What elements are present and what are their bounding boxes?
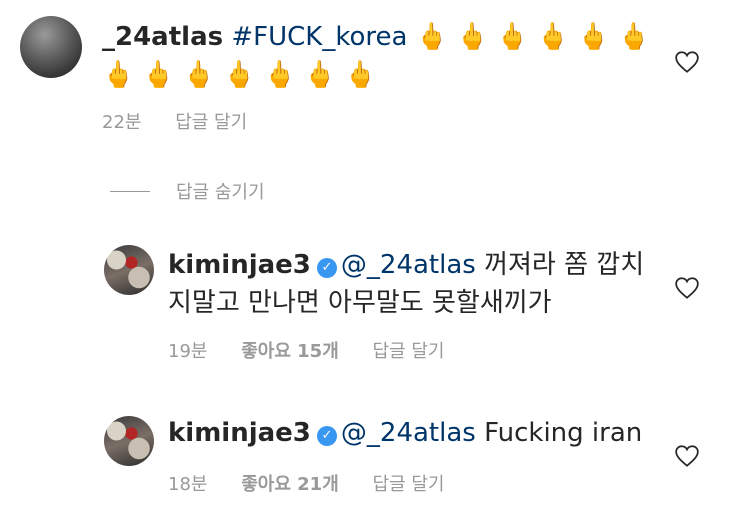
reply-mention[interactable]: @_24atlas [341, 250, 476, 280]
comment-time: 22분 [102, 112, 142, 133]
reply-username[interactable]: kiminjae3 [168, 418, 311, 448]
hide-replies-label[interactable]: 답글 숨기기 [176, 178, 265, 204]
reply-text: Fucking iran [484, 418, 643, 448]
reply-body: kiminjae3 ✓ @_24atlas 꺼져라 쫌 깝치 지말고 만나면 아무말… [168, 246, 644, 322]
reply-mention[interactable]: @_24atlas [341, 418, 476, 448]
reply-meta: 18분 좋아요 21개 답글 달기 [168, 470, 472, 496]
verified-badge-icon: ✓ [316, 258, 337, 278]
reply-time: 19분 [168, 341, 208, 362]
comment-meta: 22분 답글 달기 [102, 108, 275, 134]
divider [110, 190, 150, 192]
emoji-row: 🖕🖕🖕🖕🖕🖕🖕 [102, 60, 385, 90]
avatar-kiminjae3[interactable] [104, 245, 154, 295]
reply-text: 지말고 만나면 아무말도 못할새끼가 [168, 288, 552, 318]
comment-hashtag[interactable]: #FUCK_korea [231, 22, 407, 52]
reply-time: 18분 [168, 474, 208, 495]
verified-badge-icon: ✓ [316, 426, 337, 446]
heart-icon[interactable] [674, 444, 700, 468]
reply-button[interactable]: 답글 달기 [373, 474, 445, 495]
reply-button[interactable]: 답글 달기 [373, 341, 445, 362]
reply-meta: 19분 좋아요 15개 답글 달기 [168, 337, 472, 363]
likes-count[interactable]: 좋아요 15개 [241, 341, 339, 362]
hide-replies-toggle[interactable]: 답글 숨기기 [110, 178, 265, 204]
reply-body: kiminjae3 ✓ @_24atlas Fucking iran [168, 414, 642, 452]
avatar-24atlas[interactable] [20, 16, 82, 78]
comment-body: _24atlas #FUCK_korea 🖕🖕🖕🖕🖕🖕 🖕🖕🖕🖕🖕🖕🖕 [102, 18, 658, 94]
heart-icon[interactable] [674, 276, 700, 300]
reply-username[interactable]: kiminjae3 [168, 250, 311, 280]
comment-username[interactable]: _24atlas [102, 22, 223, 52]
avatar-kiminjae3[interactable] [104, 416, 154, 466]
reply-text: 꺼져라 쫌 깝치 [484, 250, 645, 280]
likes-count[interactable]: 좋아요 21개 [241, 474, 339, 495]
heart-icon[interactable] [674, 50, 700, 74]
reply-button[interactable]: 답글 달기 [175, 112, 247, 133]
emoji-row: 🖕🖕🖕🖕🖕🖕 [415, 22, 658, 52]
